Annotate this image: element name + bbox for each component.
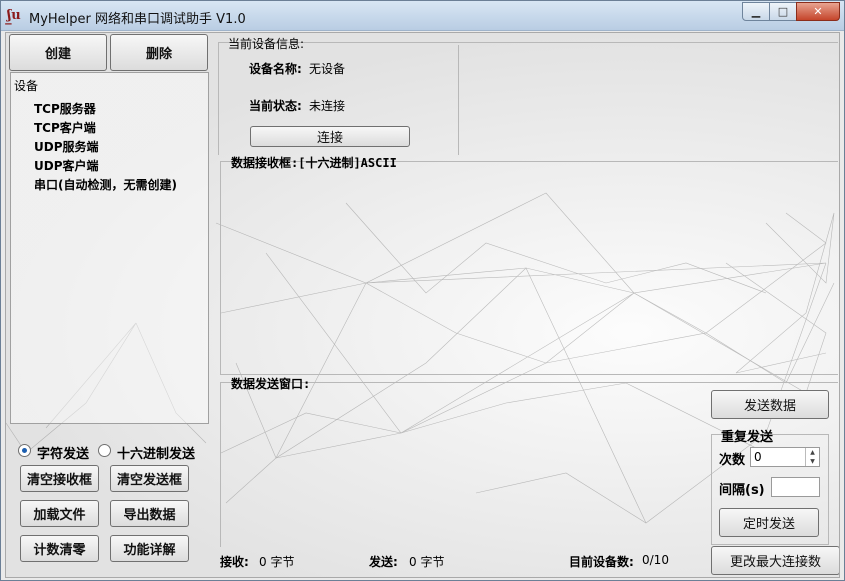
device-count-value: 0/10 bbox=[642, 553, 669, 567]
client-area: 创建 删除 设备 TCP服务器 TCP客户端 UDP服务端 UDP客户端 串口(… bbox=[5, 32, 840, 578]
radio-hex-send[interactable] bbox=[98, 444, 111, 457]
timed-send-button[interactable]: 定时发送 bbox=[719, 508, 819, 537]
recv-count-value: 0 字节 bbox=[259, 555, 295, 569]
app-window: ʃ̲u MyHelper 网络和串口调试助手 V1.0 ▁ □ ✕ 创建 删除 … bbox=[0, 0, 845, 581]
clear-receive-button[interactable]: 清空接收框 bbox=[20, 465, 99, 492]
window-title: MyHelper 网络和串口调试助手 V1.0 bbox=[29, 12, 246, 27]
send-legend: 数据发送窗口: bbox=[231, 377, 311, 391]
device-item-tcp-client[interactable]: TCP客户端 bbox=[34, 119, 96, 136]
repeat-count-label: 次数 bbox=[719, 453, 746, 468]
minimize-button[interactable]: ▁ bbox=[742, 2, 770, 21]
radio-hex-send-label: 十六进制发送 bbox=[117, 447, 196, 462]
delete-button[interactable]: 删除 bbox=[110, 34, 208, 71]
repeat-count-input[interactable]: 0 ▲ ▼ bbox=[750, 447, 820, 467]
device-info-legend: 当前设备信息: bbox=[228, 37, 305, 51]
close-button[interactable]: ✕ bbox=[796, 2, 840, 21]
export-data-button[interactable]: 导出数据 bbox=[110, 500, 189, 527]
feature-detail-button[interactable]: 功能详解 bbox=[110, 535, 189, 562]
receive-group[interactable] bbox=[220, 161, 838, 375]
device-count-label: 目前设备数: bbox=[569, 555, 634, 569]
spin-down-icon[interactable]: ▼ bbox=[810, 458, 815, 465]
app-logo-icon: ʃ̲u bbox=[7, 8, 21, 23]
radio-char-send[interactable] bbox=[18, 444, 31, 457]
device-item-udp-client[interactable]: UDP客户端 bbox=[34, 157, 99, 174]
repeat-count-value: 0 bbox=[754, 450, 762, 464]
repeat-count-spinner[interactable]: ▲ ▼ bbox=[805, 448, 819, 466]
device-name-value: 无设备 bbox=[309, 62, 346, 76]
device-item-udp-server[interactable]: UDP服务端 bbox=[34, 138, 99, 155]
reset-count-button[interactable]: 计数清零 bbox=[20, 535, 99, 562]
spin-up-icon[interactable]: ▲ bbox=[810, 449, 815, 456]
interval-input[interactable] bbox=[771, 477, 820, 497]
device-name-label: 设备名称: bbox=[249, 62, 302, 76]
device-info-divider bbox=[458, 45, 459, 155]
receive-legend: 数据接收框:[十六进制]ASCII bbox=[231, 156, 397, 170]
device-item-tcp-server[interactable]: TCP服务器 bbox=[34, 100, 96, 117]
title-bar[interactable]: ʃ̲u MyHelper 网络和串口调试助手 V1.0 ▁ □ ✕ bbox=[1, 1, 844, 31]
send-count-label: 发送: bbox=[369, 555, 398, 569]
device-status-label: 当前状态: bbox=[249, 99, 302, 113]
repeat-send-legend: 重复发送 bbox=[721, 430, 774, 445]
device-item-serial[interactable]: 串口(自动检测，无需创建) bbox=[34, 176, 177, 193]
create-button[interactable]: 创建 bbox=[9, 34, 107, 71]
recv-count-label: 接收: bbox=[220, 555, 249, 569]
clear-send-button[interactable]: 清空发送框 bbox=[110, 465, 189, 492]
send-count-value: 0 字节 bbox=[409, 555, 445, 569]
load-file-button[interactable]: 加载文件 bbox=[20, 500, 99, 527]
device-list-header: 设备 bbox=[14, 79, 39, 93]
change-max-connections-button[interactable]: 更改最大连接数 bbox=[711, 546, 839, 575]
device-list[interactable]: 设备 TCP服务器 TCP客户端 UDP服务端 UDP客户端 串口(自动检测，无… bbox=[10, 72, 209, 424]
connect-button[interactable]: 连接 bbox=[250, 126, 410, 147]
maximize-button[interactable]: □ bbox=[769, 2, 797, 21]
window-controls: ▁ □ ✕ bbox=[742, 2, 840, 21]
device-status-value: 未连接 bbox=[309, 99, 346, 113]
send-data-button[interactable]: 发送数据 bbox=[711, 390, 829, 419]
radio-char-send-label: 字符发送 bbox=[37, 447, 90, 462]
interval-label: 间隔(s) bbox=[719, 483, 765, 498]
